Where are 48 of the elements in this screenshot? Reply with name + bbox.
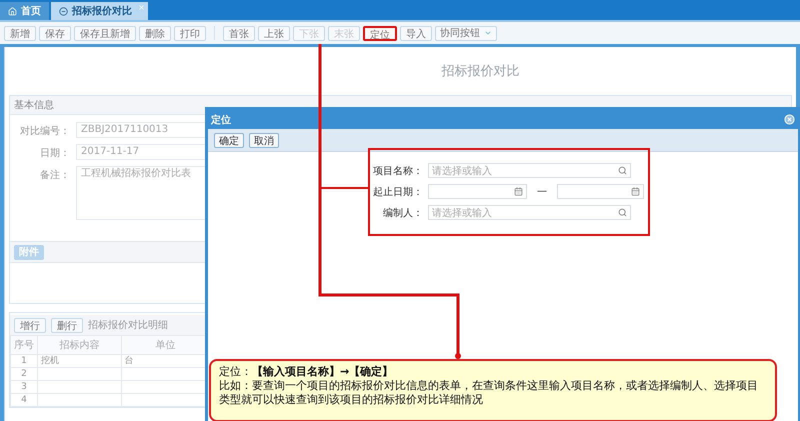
- row-button[interactable]: 增行: [14, 318, 46, 332]
- toolbar-button[interactable]: 打印: [174, 26, 206, 40]
- toolbar-button[interactable]: 上张: [258, 26, 290, 40]
- calendar-icon: [514, 187, 523, 196]
- callout-text: 比如：要查询一个项目的招标报价对比信息的表单，在查询条件这里输入项目名称，或者选择编制人、选择项目类型就可以快速查询到该项目的招标报价对比详细情况: [219, 379, 759, 407]
- field-label: 项目名称：: [372, 164, 423, 178]
- page-title: 招标报价对比: [442, 63, 520, 80]
- calendar-icon: [631, 187, 640, 196]
- tab[interactable]: 首页: [0, 2, 49, 20]
- search-icon: [618, 208, 627, 217]
- search-icon: [618, 166, 627, 175]
- field-label: 对比编号：: [19, 124, 70, 138]
- close-icon[interactable]: [138, 4, 145, 11]
- toolbar-button[interactable]: 新增: [4, 26, 36, 40]
- page-icon: [59, 6, 68, 16]
- dropdown-button[interactable]: 协同按钮: [435, 26, 497, 40]
- date-field[interactable]: [557, 184, 644, 199]
- toolbar-button[interactable]: 定位: [363, 26, 397, 40]
- dialog-button[interactable]: 取消: [249, 132, 279, 148]
- home-icon: [8, 6, 17, 16]
- field-label: 编制人：: [382, 206, 423, 220]
- toolbar-button[interactable]: 导入: [400, 26, 432, 40]
- range-separator: —: [536, 186, 548, 197]
- row-number: 3: [10, 380, 38, 394]
- column-header: 序号: [10, 336, 38, 354]
- toolbar-button[interactable]: 删除: [139, 26, 171, 40]
- dialog-button[interactable]: 确定: [214, 132, 244, 148]
- date-field[interactable]: [428, 184, 527, 199]
- toolbar-button[interactable]: 首张: [223, 26, 255, 40]
- table-cell: 挖机: [38, 354, 122, 368]
- callout-heading: 定位：【输入项目名称】→【确定】: [219, 365, 394, 379]
- column-header: 招标内容: [38, 336, 122, 354]
- search-field[interactable]: 请选择或输入: [428, 163, 631, 178]
- row-number: 2: [10, 368, 38, 380]
- row-button[interactable]: 删行: [51, 318, 83, 332]
- section-title: 基本信息: [14, 98, 54, 112]
- caret-icon: [484, 29, 492, 37]
- close-icon[interactable]: [784, 114, 795, 125]
- section-title: 招标报价对比明细: [88, 318, 168, 332]
- toolbar-button[interactable]: 保存: [39, 26, 71, 40]
- row-number: 1: [10, 354, 38, 368]
- search-field[interactable]: 请选择或输入: [428, 205, 631, 220]
- field-label: 起止日期：: [372, 186, 423, 198]
- row-number: 4: [10, 394, 38, 406]
- tab[interactable]: 招标报价对比: [51, 2, 148, 20]
- field-label: 日期：: [39, 146, 70, 160]
- field-label: 备注：: [39, 168, 70, 183]
- toolbar-button[interactable]: 保存且新增: [74, 26, 136, 40]
